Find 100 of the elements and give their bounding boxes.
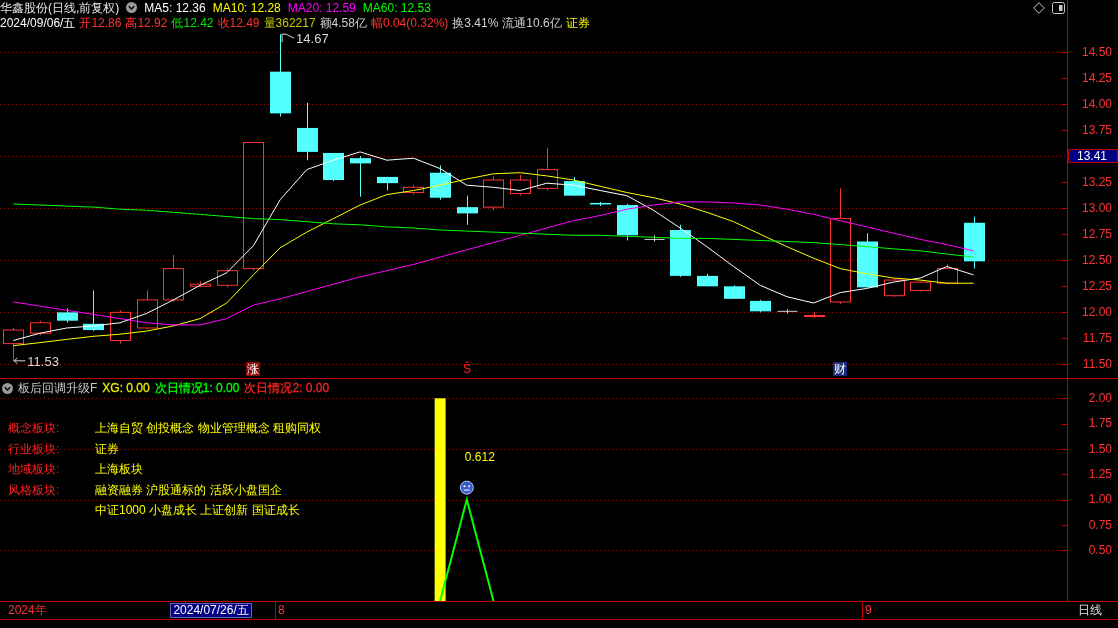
value-label: 0.612 [464, 449, 495, 464]
quote-value: 2024/09/06/五 [0, 15, 76, 30]
quote-value: 低12.42 [171, 15, 214, 30]
candlestick [83, 290, 104, 332]
candlestick [30, 320, 51, 336]
moving-average-value: MA20: 12.59 [287, 0, 356, 15]
sector-value: 上海自贸 创投概念 物业管理概念 租购同权 [95, 421, 321, 435]
sector-label: 概念板块: [8, 421, 60, 435]
candlestick [323, 152, 344, 182]
price-axis-label: 13.25 [1081, 174, 1112, 189]
candlestick [750, 299, 771, 313]
event-marker: 财 [833, 361, 847, 376]
sector-value: 融资融券 沪股通标的 活跃小盘国企 [95, 482, 282, 497]
indicator-output: 次日情况1: 0.00 [154, 381, 240, 395]
indicator-axis-label: 2.00 [1088, 390, 1112, 405]
price-label: 11.53 [27, 353, 59, 369]
event-marker: 涨 [246, 361, 260, 376]
cursor-price-label: 13.41 [1068, 148, 1118, 164]
chevron-down-icon[interactable] [126, 2, 138, 13]
candlestick [377, 176, 398, 191]
candlestick [724, 284, 745, 300]
candlestick [457, 195, 478, 226]
candlestick [217, 268, 238, 288]
month-label: 8 [275, 602, 285, 619]
indicator-output: XG: 0.00 [102, 381, 150, 395]
candlestick [3, 327, 24, 362]
candlestick [644, 234, 665, 242]
candlestick [777, 308, 798, 314]
panel-icon[interactable] [1052, 1, 1065, 14]
candlestick [937, 263, 958, 285]
candlestick [537, 147, 558, 191]
candlestick [137, 290, 158, 330]
sector-value: 中证1000 小盘成长 上证创新 国证成长 [95, 503, 300, 517]
candlestick [430, 164, 451, 201]
price-axis-label: 14.00 [1081, 96, 1112, 111]
price-axis-label: 12.00 [1081, 305, 1112, 320]
price-axis-label: 13.75 [1081, 122, 1112, 137]
quote-value: 幅0.04(0.32%) [370, 15, 449, 30]
sector-value: 上海板块 [95, 462, 143, 476]
indicator-name: 板后回调升级F [18, 381, 98, 395]
smiley-icon [459, 480, 474, 495]
sector-label: 行业板块: [8, 441, 60, 456]
quote-value: 换3.41% [452, 15, 499, 30]
candlestick [403, 184, 424, 196]
quote-value: 量362217 [263, 15, 316, 30]
event-marker: Ŝ [463, 361, 471, 376]
period-label: 日线 [1078, 603, 1102, 618]
indicator-axis-label: 1.50 [1088, 441, 1112, 456]
candlestick [804, 311, 825, 319]
stock-title: 华鑫股份(日线,前复权) [0, 0, 120, 15]
candlestick [697, 273, 718, 287]
quote-value: 开12.86 [79, 15, 122, 30]
candlestick [510, 174, 531, 197]
price-axis-label: 11.50 [1082, 357, 1112, 372]
cursor-date-label: 2024/07/26/五 [170, 603, 252, 618]
candlestick [670, 224, 691, 278]
candlestick [564, 176, 585, 197]
candlestick [163, 254, 184, 303]
quote-value: 收12.49 [217, 15, 260, 30]
candlestick [190, 280, 211, 288]
diamond-icon[interactable] [1033, 1, 1045, 14]
quote-value: 证券 [565, 15, 590, 30]
candlestick [483, 176, 504, 211]
moving-average-value: MA5: 12.36 [144, 0, 206, 15]
quote-value: 高12.92 [125, 15, 168, 30]
indicator-axis-label: 0.50 [1088, 543, 1112, 557]
indicator-axis-label: 1.25 [1088, 466, 1112, 481]
candlestick [964, 216, 985, 270]
candlestick [110, 309, 131, 345]
sector-label: 风格板块: [8, 482, 60, 499]
indicator-output: 次日情况2: 0.00 [244, 381, 330, 395]
candlestick [590, 201, 611, 207]
price-axis-label: 12.25 [1081, 279, 1112, 293]
price-axis-label: 14.50 [1081, 44, 1112, 59]
chevron-down-icon[interactable] [2, 382, 13, 394]
quote-value: 流通10.6亿 [502, 15, 562, 30]
candlestick [617, 203, 638, 241]
candlestick [884, 277, 905, 298]
indicator-axis-label: 0.75 [1088, 517, 1112, 532]
price-axis-label: 11.75 [1082, 331, 1112, 346]
candlestick [57, 307, 78, 324]
moving-average-value: MA10: 12.28 [212, 0, 281, 15]
month-label: 9 [861, 602, 872, 619]
sector-value: 证券 [95, 441, 119, 456]
candlestick [910, 280, 931, 292]
quote-value: 额4.58亿 [319, 15, 367, 30]
price-axis-label: 13.00 [1081, 200, 1112, 215]
year-label: 2024年 [8, 603, 47, 618]
price-axis-label: 12.75 [1081, 226, 1112, 241]
leader-arrow [13, 357, 26, 365]
price-label: 14.67 [296, 30, 329, 46]
candlestick [350, 155, 371, 198]
sector-label: 地域板块: [8, 462, 60, 476]
price-axis-label: 12.50 [1081, 252, 1112, 267]
price-axis-label: 14.25 [1081, 70, 1112, 85]
indicator-axis-label: 1.75 [1088, 416, 1112, 431]
indicator-axis-label: 1.00 [1088, 492, 1112, 507]
candlestick [857, 232, 878, 288]
leader-line [281, 33, 295, 43]
candlestick [297, 102, 318, 161]
